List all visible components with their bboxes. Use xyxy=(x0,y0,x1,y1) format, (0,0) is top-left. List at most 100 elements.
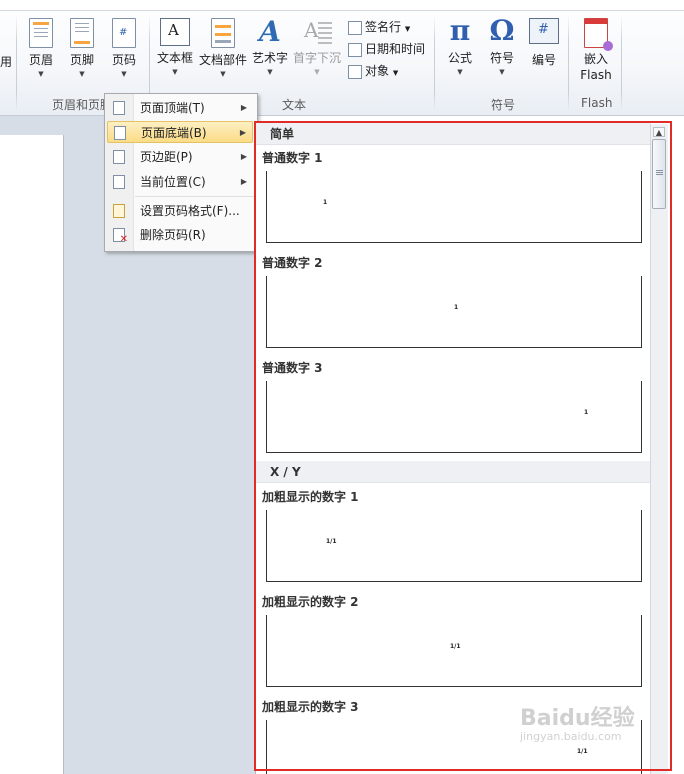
gallery-item-title: 普通数字 3 xyxy=(262,361,323,375)
chevron-down-icon: ▼ xyxy=(220,70,226,78)
page-number-sample: 1/1 xyxy=(450,643,461,650)
drop-cap-button-label: 首字下沉 xyxy=(293,51,342,65)
footer-button[interactable]: 页脚 ▼ xyxy=(67,18,97,78)
page-number-button-label: 页码 xyxy=(111,53,136,67)
menu-item-current-position[interactable]: 当前位置(C) ▶ xyxy=(107,171,253,193)
object-button[interactable]: 对象 ▼ xyxy=(348,62,398,79)
page-number-sample: 1 xyxy=(323,199,328,206)
watermark: Baidu经验 jingyan.baidu.com xyxy=(520,700,635,743)
object-icon xyxy=(348,64,362,79)
textbox-button-label: 文本框 xyxy=(156,51,193,65)
menu-item-remove-page-numbers[interactable]: ✕ 删除页码(R) xyxy=(107,224,253,246)
object-label: 对象 xyxy=(365,64,390,78)
chevron-right-icon: ▶ xyxy=(240,103,247,112)
gallery-item-title: 加粗显示的数字 1 xyxy=(262,490,359,504)
textbox-button[interactable]: A 文本框 ▼ xyxy=(156,18,194,76)
scrollbar-thumb[interactable] xyxy=(652,139,666,209)
current-position-icon xyxy=(113,175,125,189)
embed-flash-button[interactable]: 嵌入 Flash xyxy=(578,18,614,83)
menu-item-label: 当前位置(C) xyxy=(140,175,206,189)
chevron-right-icon: ▶ xyxy=(240,177,247,186)
page-number-icon: # xyxy=(112,18,136,48)
gallery-scrollbar[interactable]: ▲ xyxy=(650,124,668,774)
number-button[interactable]: # 编号 xyxy=(528,18,560,68)
group-separator xyxy=(16,14,17,112)
menu-item-page-margins[interactable]: 页边距(P) ▶ xyxy=(107,146,253,168)
chevron-down-icon: ▼ xyxy=(267,68,273,76)
group-separator xyxy=(568,14,569,112)
page-margin-icon xyxy=(113,150,125,164)
menu-item-label: 页边距(P) xyxy=(140,150,193,164)
group-label-header-footer: 页眉和页脚 xyxy=(52,98,113,112)
watermark-brand: Baidu经验 xyxy=(520,706,635,731)
page-number-sample: 1 xyxy=(454,304,459,311)
page-number-sample: 1/1 xyxy=(577,748,588,755)
number-icon: # xyxy=(529,18,559,44)
drop-cap-button[interactable]: A 首字下沉 ▼ xyxy=(293,18,341,76)
chevron-down-icon: ▼ xyxy=(38,70,44,78)
gallery-item-title: 普通数字 1 xyxy=(262,151,323,165)
drop-cap-icon: A xyxy=(302,18,332,46)
menu-item-label: 页面底端(B) xyxy=(141,126,207,140)
omega-icon: Ω xyxy=(489,14,515,47)
symbol-button[interactable]: Ω 符号 ▼ xyxy=(486,14,518,77)
date-time-label: 日期和时间 xyxy=(365,42,426,56)
pi-icon: π xyxy=(449,14,471,47)
gallery-item-title: 普通数字 2 xyxy=(262,256,323,270)
quick-parts-button[interactable]: 文档部件 ▼ xyxy=(199,18,247,78)
wordart-button-label: 艺术字 xyxy=(251,51,288,65)
menu-item-label: 删除页码(R) xyxy=(140,228,206,242)
chevron-down-icon: ▼ xyxy=(172,68,178,76)
flash-icon xyxy=(584,18,613,51)
group-label-flash: Flash xyxy=(581,96,613,110)
chevron-down-icon: ▼ xyxy=(499,68,505,76)
gallery-item-title: 加粗显示的数字 2 xyxy=(262,595,359,609)
group-separator xyxy=(621,14,622,112)
wordart-button[interactable]: A 艺术字 ▼ xyxy=(251,18,289,77)
page-number-sample: 1 xyxy=(584,409,589,416)
equation-button-label: 公式 xyxy=(447,51,472,65)
header-button[interactable]: 页眉 ▼ xyxy=(26,18,56,78)
embed-flash-button-label: 嵌入 Flash xyxy=(580,52,612,82)
textbox-icon: A xyxy=(160,18,190,46)
chevron-down-icon: ▼ xyxy=(314,68,320,76)
equation-button[interactable]: π 公式 ▼ xyxy=(444,14,476,77)
partial-button-label[interactable]: 用 xyxy=(0,53,12,70)
chevron-right-icon: ▶ xyxy=(240,152,247,161)
menu-item-bottom-of-page[interactable]: 页面底端(B) ▶ xyxy=(107,121,253,143)
chevron-down-icon: ▼ xyxy=(457,68,463,76)
date-time-button[interactable]: 日期和时间 xyxy=(348,40,425,57)
gallery-item-plain-number-1[interactable]: 1 xyxy=(266,171,642,243)
footer-button-label: 页脚 xyxy=(69,53,94,67)
gallery-section-header: X / Y xyxy=(256,461,651,483)
scroll-up-arrow-icon[interactable]: ▲ xyxy=(653,127,665,137)
gallery-item-bold-number-2[interactable]: 1/1 xyxy=(266,615,642,687)
menu-item-label: 页面顶端(T) xyxy=(140,101,205,115)
menu-separator xyxy=(135,196,255,197)
chevron-down-icon: ▼ xyxy=(121,70,127,78)
document-page[interactable] xyxy=(0,135,64,774)
page-number-gallery: 简单 普通数字 1 1 普通数字 2 1 普通数字 3 1 X / Y 加粗显示… xyxy=(255,123,668,774)
footer-icon xyxy=(70,18,94,48)
gallery-item-plain-number-3[interactable]: 1 xyxy=(266,381,642,453)
signature-line-button[interactable]: 签名行 ▼ xyxy=(348,18,410,35)
menu-item-top-of-page[interactable]: 页面顶端(T) ▶ xyxy=(107,97,253,119)
page-number-button[interactable]: # 页码 ▼ xyxy=(109,18,139,78)
header-button-label: 页眉 xyxy=(28,53,53,67)
quick-parts-button-label: 文档部件 xyxy=(199,53,248,67)
grip-icon xyxy=(656,170,663,176)
chevron-down-icon: ▼ xyxy=(404,25,411,33)
menu-item-format-page-numbers[interactable]: 设置页码格式(F)... xyxy=(107,200,253,222)
gallery-item-bold-number-1[interactable]: 1/1 xyxy=(266,510,642,582)
gallery-item-title: 加粗显示的数字 3 xyxy=(262,700,359,714)
number-button-label: 编号 xyxy=(531,53,556,67)
remove-page-number-icon: ✕ xyxy=(113,228,128,245)
header-icon xyxy=(29,18,53,48)
symbol-button-label: 符号 xyxy=(489,51,514,65)
gallery-section-header: 简单 xyxy=(256,123,651,145)
chevron-down-icon: ▼ xyxy=(392,69,399,77)
page-top-icon xyxy=(113,101,125,115)
quick-parts-icon xyxy=(211,18,235,48)
calendar-icon xyxy=(348,42,362,57)
gallery-item-plain-number-2[interactable]: 1 xyxy=(266,276,642,348)
